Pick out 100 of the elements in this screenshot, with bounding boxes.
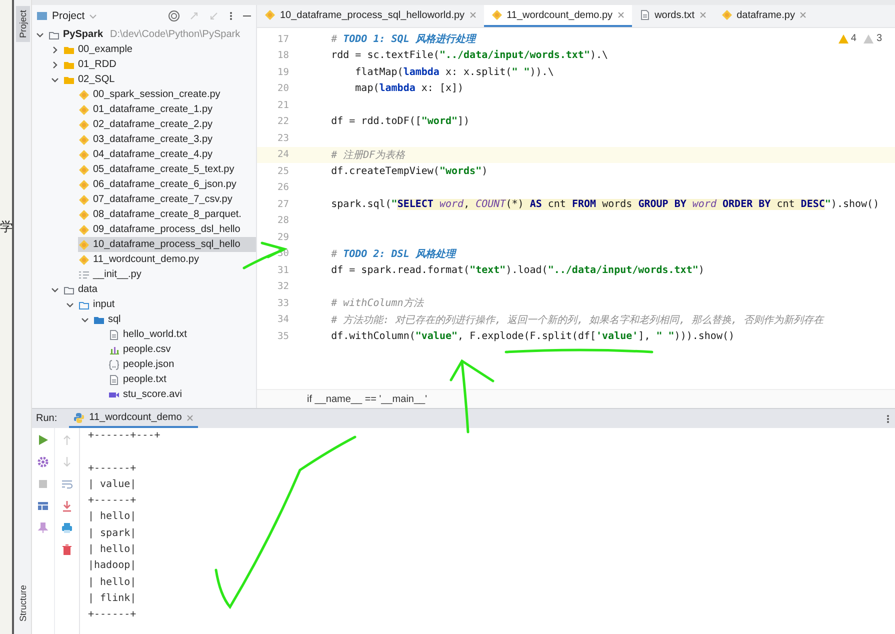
close-icon[interactable]	[616, 11, 625, 19]
sql-text: ,	[464, 198, 476, 210]
line-number: 18	[276, 50, 290, 62]
tree-item[interactable]: input	[78, 297, 256, 312]
tree-item[interactable]: 07_dataframe_create_7_csv.py	[78, 192, 256, 207]
play-icon[interactable]	[37, 434, 49, 446]
trash-icon[interactable]	[61, 544, 73, 556]
tree-item[interactable]: hello_world.txt	[108, 327, 256, 342]
line-number: 35	[276, 330, 290, 342]
print-icon[interactable]	[61, 522, 73, 534]
tree-item[interactable]: data	[63, 282, 256, 297]
tree-item[interactable]: 01_dataframe_create_1.py	[78, 102, 256, 117]
editor-tab[interactable]: words.txt	[632, 5, 714, 27]
code-text: x: [x])	[420, 83, 464, 94]
tree-item[interactable]: people.txt	[108, 372, 256, 387]
caret-icon	[88, 12, 97, 20]
code-text: flatMap(	[354, 66, 404, 78]
editor-tab[interactable]: dataframe.py	[714, 5, 814, 27]
close-icon[interactable]	[468, 11, 477, 19]
sql-keyword: DESC	[800, 198, 825, 210]
close-icon[interactable]	[798, 11, 807, 19]
tree-item[interactable]: __init__.py	[78, 267, 256, 282]
python-file-icon	[78, 178, 90, 190]
code-text: , F.explode(F.split(df[	[458, 330, 596, 342]
tree-item[interactable]: people.json	[108, 357, 256, 372]
tree-item[interactable]: 04_dataframe_create_4.py	[78, 147, 256, 162]
string-literal: "../data/input/words.txt"	[548, 264, 698, 276]
python-file-icon	[78, 238, 90, 250]
project-path: D:\dev\Code\Python\PySpark	[110, 29, 240, 40]
tree-item[interactable]: 09_dataframe_process_dsl_hello	[78, 222, 256, 237]
code-text: df.withColumn(	[330, 330, 416, 342]
console-output: +------+	[88, 608, 138, 622]
close-icon[interactable]	[186, 414, 194, 422]
keyword: lambda	[379, 83, 416, 94]
code-text: x: x.split(	[444, 66, 512, 78]
todo-comment: TODO 1: SQL 风格进行处理	[343, 34, 476, 46]
gear-icon[interactable]	[37, 456, 49, 468]
pin-icon[interactable]	[37, 522, 49, 534]
tree-item[interactable]: sql	[93, 312, 256, 327]
tree-item[interactable]: 02_SQL	[63, 72, 256, 87]
tree-item[interactable]: 00_spark_session_create.py	[78, 87, 256, 102]
tree-item[interactable]: 02_dataframe_create_2.py	[78, 117, 256, 132]
tree-item[interactable]: PySpark D:\dev\Code\Python\PySpark	[48, 27, 256, 42]
tree-item[interactable]: 05_dataframe_create_5_text.py	[78, 162, 256, 177]
tree-item[interactable]: 00_example	[63, 42, 256, 57]
tree-item[interactable]: 11_wordcount_demo.py	[78, 252, 256, 267]
line-number: 23	[276, 132, 290, 144]
python-file-icon	[78, 164, 90, 176]
warning-icon[interactable]	[838, 34, 849, 44]
tree-item[interactable]: 03_dataframe_create_3.py	[78, 132, 256, 147]
breadcrumb[interactable]: if __name__ == '__main__'	[307, 394, 428, 404]
structure-tool-tab[interactable]: Structure	[16, 581, 30, 626]
string-literal: 'value'	[596, 330, 638, 342]
line-number: 19	[276, 66, 290, 78]
editor-tab[interactable]: 10_dataframe_process_sql_helloworld.py	[257, 5, 484, 27]
warning-icon[interactable]	[863, 34, 874, 44]
scroll-to-end-icon[interactable]	[61, 500, 73, 512]
expand-all-icon[interactable]	[188, 10, 200, 22]
chevron-icon[interactable]	[50, 60, 60, 70]
line-number: 33	[276, 298, 290, 309]
down-arrow-icon[interactable]	[61, 456, 73, 468]
project-tool-tab[interactable]: Project	[16, 6, 30, 42]
tree-item[interactable]: stu_score.avi	[108, 387, 256, 402]
string-literal: "	[824, 198, 831, 210]
chevron-icon[interactable]	[50, 44, 60, 54]
console-output: | hello|	[88, 576, 138, 590]
sql-keyword: AS	[530, 198, 548, 210]
up-arrow-icon[interactable]	[61, 434, 73, 446]
tree-item[interactable]: people.csv	[108, 342, 256, 357]
sql-identifier: word	[439, 198, 464, 210]
console-output: +------+	[88, 462, 138, 476]
more-icon[interactable]	[228, 10, 234, 22]
collapse-all-icon[interactable]	[208, 10, 220, 22]
close-icon[interactable]	[698, 11, 707, 19]
code-text: ])	[458, 116, 470, 128]
sql-text: words	[602, 198, 638, 210]
code-text: ).load(	[506, 264, 548, 276]
code-text: rdd = sc.textFile(	[330, 50, 440, 62]
tree-item[interactable]: 06_dataframe_create_6_json.py	[78, 177, 256, 192]
editor-tab[interactable]: 11_wordcount_demo.py	[484, 5, 632, 27]
stop-icon[interactable]	[37, 478, 49, 490]
window-icon	[36, 10, 48, 22]
target-icon[interactable]	[168, 10, 180, 22]
python-file-icon	[264, 9, 276, 21]
tree-item[interactable]: 10_dataframe_process_sql_hello	[78, 237, 256, 252]
more-icon[interactable]	[885, 412, 891, 424]
braces-icon	[108, 358, 120, 370]
project-view-selector[interactable]: Project	[36, 10, 97, 22]
soft-wrap-icon[interactable]	[61, 478, 73, 490]
code-text: df = rdd.toDF([	[330, 116, 422, 128]
python-file-icon	[78, 194, 90, 206]
run-tab[interactable]: 11_wordcount_demo	[69, 409, 198, 428]
tree-item[interactable]: 08_dataframe_create_8_parquet.	[78, 207, 256, 222]
tree-item[interactable]: 01_RDD	[63, 57, 256, 72]
code-comment: #	[330, 34, 338, 46]
python-file-icon	[78, 134, 90, 146]
console-output: | hello|	[88, 543, 138, 558]
layout-icon[interactable]	[37, 500, 49, 512]
text-file-icon	[638, 9, 651, 21]
sql-identifier: COUNT	[476, 198, 506, 210]
